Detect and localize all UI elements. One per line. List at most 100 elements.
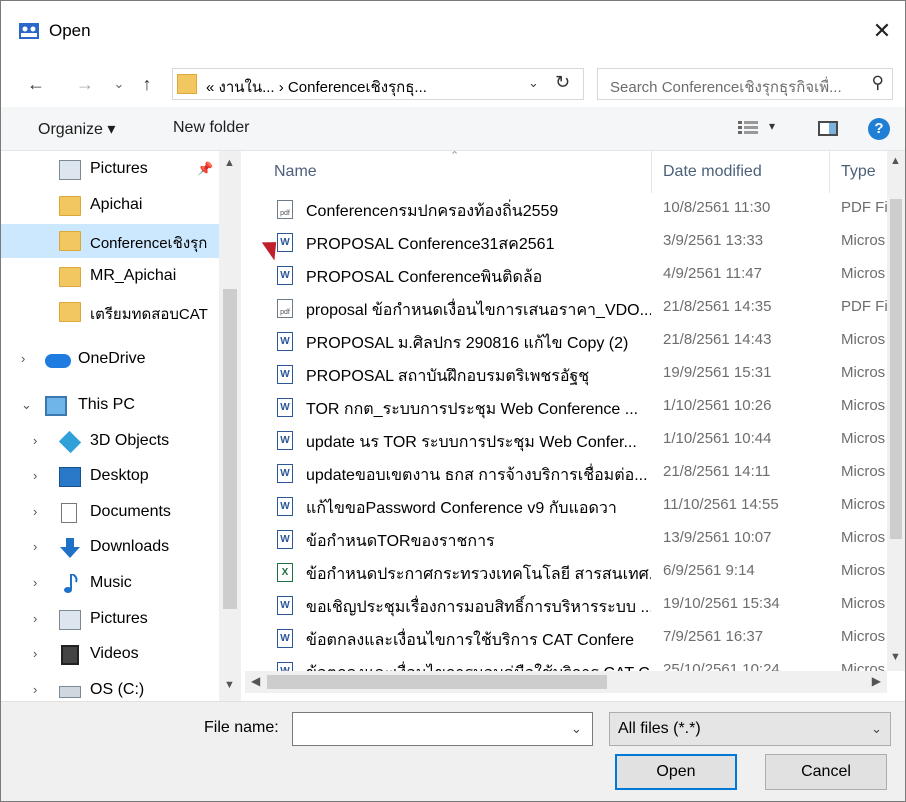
scroll-down-arrow-icon[interactable]: ▼ bbox=[224, 679, 235, 691]
chevron-right-icon[interactable]: › bbox=[33, 539, 37, 554]
view-options-icon[interactable] bbox=[738, 120, 760, 136]
address-dropdown-button[interactable]: ⌄ bbox=[528, 75, 539, 91]
close-button[interactable]: ✕ bbox=[859, 11, 905, 51]
file-row[interactable]: ข้อตกลงและเงื่อนไขการมอบคู่มือใช้บริการ … bbox=[245, 655, 905, 671]
address-bar[interactable]: « งานใน... › Conferenceเชิงรุกธุ... ⌄ ↻ bbox=[172, 68, 584, 100]
column-header-name[interactable]: Name bbox=[274, 163, 317, 181]
organize-button[interactable]: Organize ▾ bbox=[38, 119, 115, 139]
navigation-bar: ← → ⌄ ↑ « งานใน... › Conferenceเชิงรุกธุ… bbox=[1, 61, 905, 107]
chevron-right-icon[interactable]: › bbox=[21, 351, 25, 366]
file-row[interactable]: updateขอบเขตงาน ธกส การจ้างบริการเชื่อมต… bbox=[245, 457, 905, 490]
column-divider[interactable] bbox=[829, 151, 830, 193]
recent-locations-button[interactable]: ⌄ bbox=[111, 71, 127, 97]
window-title: Open bbox=[49, 21, 91, 40]
pin-icon[interactable]: 📌 bbox=[197, 161, 213, 177]
file-row[interactable]: Conferenceกรมปกครองท้องถิ่น2559 10/8/256… bbox=[245, 193, 905, 226]
file-date: 21/8/2561 14:35 bbox=[663, 298, 772, 315]
back-button[interactable]: ← bbox=[25, 71, 47, 97]
sidebar-item-label: MR_Apichai bbox=[90, 267, 177, 284]
chevron-right-icon[interactable]: › bbox=[33, 433, 37, 448]
chevron-down-icon[interactable]: ⌄ bbox=[871, 721, 882, 737]
sidebar-item-pictures-quick[interactable]: Pictures 📌 bbox=[1, 153, 221, 187]
column-divider[interactable] bbox=[651, 151, 652, 193]
file-row[interactable]: ขอเชิญประชุมเรื่องการมอบสิทธิ์การบริหารร… bbox=[245, 589, 905, 622]
sidebar-item-videos[interactable]: › Videos bbox=[1, 638, 221, 672]
file-name-input[interactable]: ⌄ bbox=[292, 712, 593, 746]
file-list-vertical-scrollbar[interactable]: ▲ ▼ bbox=[887, 151, 905, 671]
word-file-icon bbox=[277, 431, 293, 450]
file-list-horizontal-scrollbar[interactable]: ◀ ▶ bbox=[245, 671, 887, 693]
sidebar-item-this-pc[interactable]: ⌄ This PC bbox=[1, 389, 221, 423]
sidebar-item-onedrive[interactable]: › OneDrive bbox=[1, 343, 221, 377]
chevron-down-icon[interactable]: ⌄ bbox=[571, 721, 582, 737]
sidebar-item-desktop[interactable]: › Desktop bbox=[1, 460, 221, 494]
scroll-up-arrow-icon[interactable]: ▲ bbox=[224, 157, 235, 169]
chevron-right-icon[interactable]: › bbox=[33, 468, 37, 483]
file-type-select[interactable]: All files (*.*) ⌄ bbox=[609, 712, 891, 746]
sidebar-item-music[interactable]: › Music bbox=[1, 567, 221, 601]
file-type: PDF Fi bbox=[841, 298, 888, 315]
file-row[interactable]: แก้ไขขอPassword Conference v9 กับแอดวา 1… bbox=[245, 490, 905, 523]
file-row[interactable]: PROPOSAL Conference31สค2561 3/9/2561 13:… bbox=[245, 226, 905, 259]
help-icon[interactable]: ? bbox=[868, 118, 890, 140]
file-row[interactable]: PROPOSAL สถาบันฝึกอบรมตริเพชรอัฐชุ 19/9/… bbox=[245, 358, 905, 391]
folder-icon bbox=[177, 74, 197, 94]
file-row[interactable]: PROPOSAL ม.ศิลปกร 290816 แก้ไข Copy (2) … bbox=[245, 325, 905, 358]
sidebar-item-conference[interactable]: Conferenceเชิงรุก bbox=[1, 224, 221, 258]
search-input[interactable]: Search Conferenceเชิงรุกธุรกิจเพื่... ⚲ bbox=[597, 68, 893, 100]
film-icon bbox=[61, 645, 79, 665]
scrollbar-thumb[interactable] bbox=[267, 675, 607, 689]
scroll-up-arrow-icon[interactable]: ▲ bbox=[890, 155, 901, 167]
sidebar-item-apichai[interactable]: Apichai bbox=[1, 189, 221, 223]
column-header-date[interactable]: Date modified bbox=[663, 163, 762, 181]
drive-icon bbox=[59, 686, 81, 698]
sidebar-item-documents[interactable]: › Documents bbox=[1, 496, 221, 530]
view-dropdown-button[interactable]: ▾ bbox=[769, 119, 775, 133]
chevron-down-icon[interactable]: ⌄ bbox=[21, 397, 32, 413]
new-folder-button[interactable]: New folder bbox=[173, 119, 249, 137]
file-name: ขอเชิญประชุมเรื่องการมอบสิทธิ์การบริหารร… bbox=[306, 599, 651, 616]
chevron-right-icon[interactable]: › bbox=[33, 504, 37, 519]
file-row[interactable]: ข้อกำหนดประกาศกระทรวงเทคโนโลยี สารสนเทศ.… bbox=[245, 556, 905, 589]
file-row[interactable]: proposal ข้อกำหนดเงื่อนไขการเสนอราคา_VDO… bbox=[245, 292, 905, 325]
file-row[interactable]: TOR กกต_ระบบการประชุม Web Conference ...… bbox=[245, 391, 905, 424]
file-name: PROPOSAL Conferenceพินติดล้อ bbox=[306, 269, 543, 286]
folder-icon bbox=[59, 267, 81, 287]
sidebar-item-3d-objects[interactable]: › 3D Objects bbox=[1, 425, 221, 459]
file-name: TOR กกต_ระบบการประชุม Web Conference ... bbox=[306, 401, 639, 418]
sidebar-item-label: OneDrive bbox=[78, 350, 146, 367]
scroll-left-arrow-icon[interactable]: ◀ bbox=[251, 674, 260, 688]
file-type-value: All files (*.*) bbox=[618, 720, 701, 737]
navigation-pane-scrollbar[interactable]: ▲ ▼ bbox=[219, 151, 241, 701]
scrollbar-thumb[interactable] bbox=[223, 289, 237, 609]
sidebar-item-pictures[interactable]: › Pictures bbox=[1, 603, 221, 637]
file-type: Micros bbox=[841, 397, 886, 414]
refresh-button[interactable]: ↻ bbox=[555, 72, 570, 93]
preview-pane-icon[interactable] bbox=[818, 121, 838, 136]
pdf-file-icon bbox=[277, 200, 293, 219]
scrollbar-thumb[interactable] bbox=[890, 199, 902, 539]
sidebar-item-label: เตรียมทดสอบCAT bbox=[90, 306, 208, 323]
sidebar-item-mr-apichai[interactable]: MR_Apichai bbox=[1, 260, 221, 294]
scroll-down-arrow-icon[interactable]: ▼ bbox=[890, 651, 901, 663]
sidebar-item-os-c[interactable]: › OS (C:) bbox=[1, 674, 221, 701]
sidebar-item-downloads[interactable]: › Downloads bbox=[1, 531, 221, 565]
up-button[interactable]: ↑ bbox=[137, 71, 157, 97]
file-row[interactable]: PROPOSAL Conferenceพินติดล้อ 4/9/2561 11… bbox=[245, 259, 905, 292]
cancel-button[interactable]: Cancel bbox=[765, 754, 887, 790]
column-header-type[interactable]: Type bbox=[841, 163, 876, 181]
sidebar-item-label: Desktop bbox=[90, 467, 149, 484]
chevron-right-icon[interactable]: › bbox=[33, 682, 37, 697]
sidebar-item-cat-test[interactable]: เตรียมทดสอบCAT bbox=[1, 295, 221, 329]
search-icon[interactable]: ⚲ bbox=[872, 73, 884, 93]
file-row[interactable]: ข้อกำหนดTORของราชการ 13/9/2561 10:07 Mic… bbox=[245, 523, 905, 556]
forward-button[interactable]: → bbox=[75, 71, 95, 97]
open-button[interactable]: Open bbox=[615, 754, 737, 790]
scroll-right-arrow-icon[interactable]: ▶ bbox=[872, 674, 881, 688]
chevron-right-icon[interactable]: › bbox=[33, 611, 37, 626]
breadcrumb[interactable]: « งานใน... › Conferenceเชิงรุกธุ... bbox=[206, 75, 427, 99]
file-row[interactable]: update นร TOR ระบบการประชุม Web Confer..… bbox=[245, 424, 905, 457]
chevron-right-icon[interactable]: › bbox=[33, 646, 37, 661]
file-row[interactable]: ข้อตกลงและเงื่อนไขการใช้บริการ CAT Confe… bbox=[245, 622, 905, 655]
chevron-right-icon[interactable]: › bbox=[33, 575, 37, 590]
